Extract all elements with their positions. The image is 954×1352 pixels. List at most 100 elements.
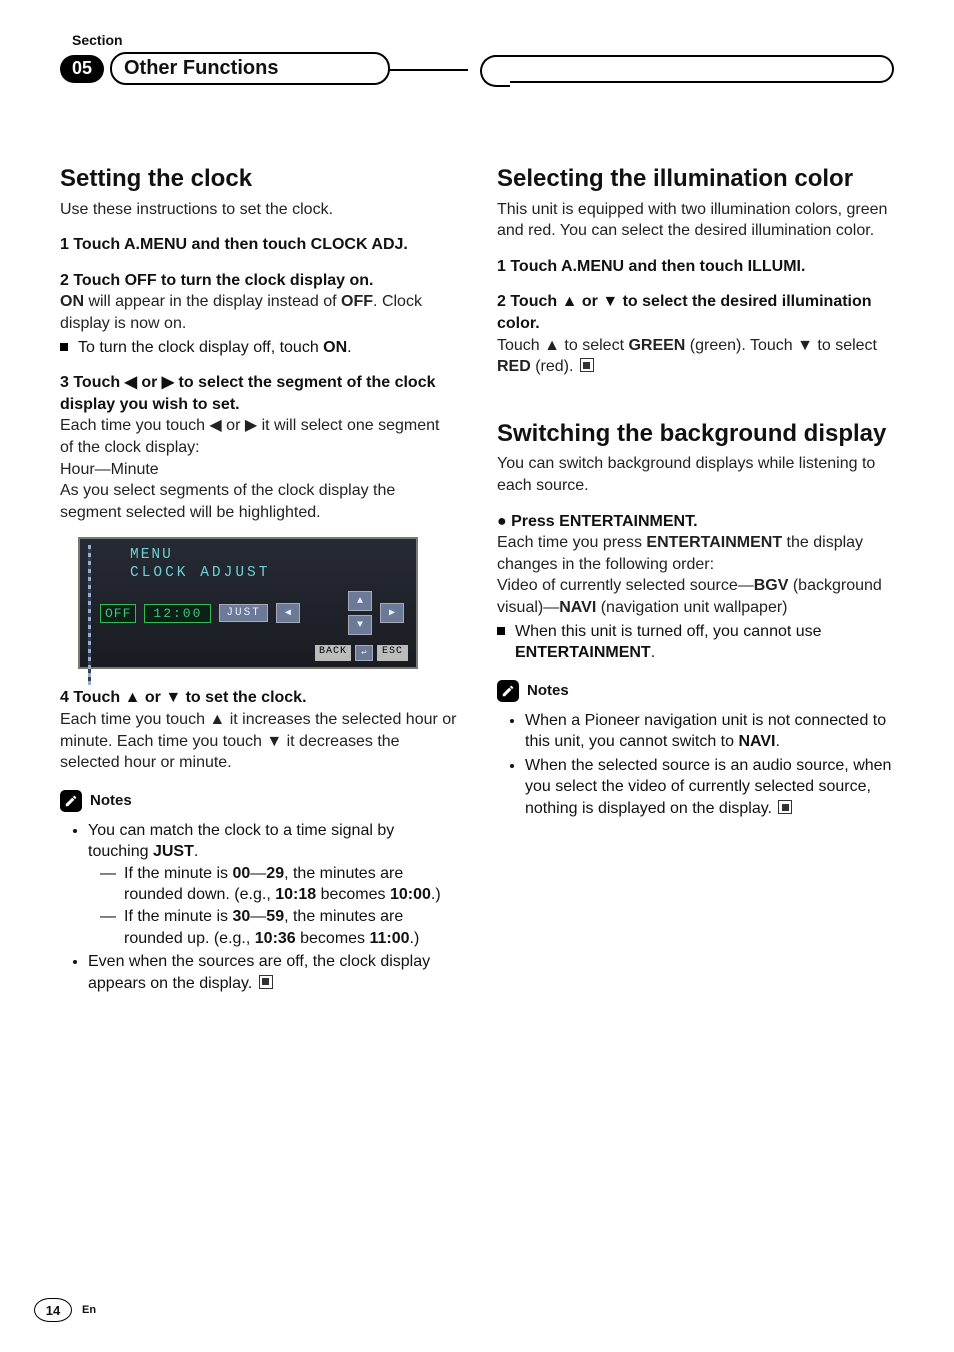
illum-step-2: 2 Touch ▲ or ▼ to select the desired ill… [497, 291, 894, 377]
page-number: 14 [34, 1298, 72, 1322]
text-green: GREEN [628, 337, 685, 354]
figure-accent-icon [88, 545, 91, 685]
section-title: Other Functions [110, 52, 390, 85]
clock-step-4: 4 Touch ▲ or ▼ to set the clock. Each ti… [60, 687, 457, 773]
figure-just-button[interactable]: JUST [219, 604, 267, 622]
text-entertainment: ENTERTAINMENT [515, 644, 651, 661]
figure-down-arrow-button[interactable]: ▼ [348, 615, 372, 635]
right-column: Selecting the illumination color This un… [497, 165, 894, 996]
text: When this unit is turned off, you cannot… [515, 623, 822, 640]
heading-illumination: Selecting the illumination color [497, 165, 894, 193]
text: Each time you touch ◀ or ▶ it will selec… [60, 415, 457, 458]
text: If the minute is [124, 908, 233, 925]
list-item: When the selected source is an audio sou… [525, 755, 894, 820]
heading-setting-clock: Setting the clock [60, 165, 457, 193]
clock-adjust-figure: MENU CLOCK ADJUST OFF 12:00 JUST ◀ ▲ ▼ ▶ [78, 537, 418, 669]
text: 00 [233, 865, 251, 882]
notes-title: Notes [90, 792, 132, 809]
clock-intro: Use these instructions to set the clock. [60, 199, 457, 221]
bg-intro: You can switch background displays while… [497, 453, 894, 496]
text: will appear in the display instead of [84, 293, 341, 310]
square-bullet-icon [497, 627, 505, 635]
text: Hour—Minute [60, 459, 457, 481]
text: When the selected source is an audio sou… [525, 757, 891, 817]
step-lead: 2 Touch OFF to turn the clock display on… [60, 272, 374, 289]
text-on: ON [60, 293, 84, 310]
text: 11:00 [370, 930, 410, 947]
notes-header: Notes [60, 790, 457, 812]
figure-left-arrow-button[interactable]: ◀ [276, 603, 300, 623]
end-mark-icon [778, 800, 792, 814]
text: When a Pioneer navigation unit is not co… [525, 712, 886, 751]
section-label: Section [72, 32, 894, 48]
text: .) [431, 886, 441, 903]
figure-up-arrow-button[interactable]: ▲ [348, 591, 372, 611]
text: 10:18 [275, 886, 316, 903]
list-item: You can match the clock to a time signal… [88, 820, 457, 950]
text: You can match the clock to a time signal… [88, 822, 394, 861]
text: .) [410, 930, 420, 947]
text-navi: NAVI [559, 599, 596, 616]
text: If the minute is [124, 865, 233, 882]
text: . [347, 339, 351, 356]
text-on: ON [323, 339, 347, 356]
pencil-icon [497, 680, 519, 702]
figure-back-button[interactable]: BACK [315, 645, 351, 661]
figure-menu-label: MENU [86, 547, 410, 563]
left-column: Setting the clock Use these instructions… [60, 165, 457, 996]
text: As you select segments of the clock disp… [60, 480, 457, 523]
list-item: Even when the sources are off, the clock… [88, 951, 457, 994]
text: (navigation unit wallpaper) [596, 599, 787, 616]
text: 10:00 [390, 886, 431, 903]
figure-esc-button[interactable]: ESC [377, 645, 408, 661]
text: 59 [266, 908, 284, 925]
clock-step-1: 1 Touch A.MENU and then touch CLOCK ADJ. [60, 234, 457, 256]
bg-step: ● Press ENTERTAINMENT. Each time you pre… [497, 511, 894, 664]
text: . [651, 644, 655, 661]
pencil-icon [60, 790, 82, 812]
step-lead: 1 Touch A.MENU and then touch ILLUMI. [497, 258, 805, 275]
text: (red). [531, 358, 574, 375]
notes-list: When a Pioneer navigation unit is not co… [497, 710, 894, 820]
text-just: JUST [153, 843, 194, 860]
text: 29 [266, 865, 284, 882]
text: . [776, 733, 780, 750]
illum-step-1: 1 Touch A.MENU and then touch ILLUMI. [497, 256, 894, 278]
text-off: OFF [341, 293, 373, 310]
step-lead: 2 Touch ▲ or ▼ to select the desired ill… [497, 293, 872, 332]
text: becomes [296, 930, 370, 947]
text: — [250, 865, 266, 882]
text: . [194, 843, 198, 860]
text: Each time you press [497, 534, 646, 551]
text: 30 [233, 908, 251, 925]
notes-title: Notes [527, 682, 569, 699]
text: 10:36 [255, 930, 296, 947]
figure-off-button[interactable]: OFF [100, 604, 136, 623]
list-item: When a Pioneer navigation unit is not co… [525, 710, 894, 753]
figure-clock-adjust-label: CLOCK ADJUST [86, 565, 410, 581]
text-red: RED [497, 358, 531, 375]
text: Touch ▲ to select [497, 337, 628, 354]
header-row: 05 Other Functions [60, 52, 894, 85]
text-navi: NAVI [738, 733, 775, 750]
clock-step-2: 2 Touch OFF to turn the clock display on… [60, 270, 457, 358]
square-bullet-icon [60, 343, 68, 351]
clock-step-3: 3 Touch ◀ or ▶ to select the segment of … [60, 372, 457, 523]
step-lead: 3 Touch ◀ or ▶ to select the segment of … [60, 374, 436, 413]
header-right-rule [494, 55, 894, 83]
figure-back-arrow-icon[interactable]: ↩ [355, 645, 373, 661]
notes-list: You can match the clock to a time signal… [60, 820, 457, 995]
text: becomes [316, 886, 390, 903]
notes-header: Notes [497, 680, 894, 702]
step-lead: 4 Touch ▲ or ▼ to set the clock. [60, 689, 307, 706]
figure-time-display: 12:00 [144, 604, 211, 623]
section-number-badge: 05 [60, 55, 104, 83]
page-footer: 14 En [34, 1298, 96, 1322]
text-bgv: BGV [754, 577, 789, 594]
text: (green). Touch ▼ to select [685, 337, 877, 354]
text: Each time you touch ▲ it increases the s… [60, 709, 457, 774]
end-mark-icon [259, 975, 273, 989]
illum-intro: This unit is equipped with two illuminat… [497, 199, 894, 242]
page-language: En [82, 1304, 96, 1316]
figure-right-arrow-button[interactable]: ▶ [380, 603, 404, 623]
